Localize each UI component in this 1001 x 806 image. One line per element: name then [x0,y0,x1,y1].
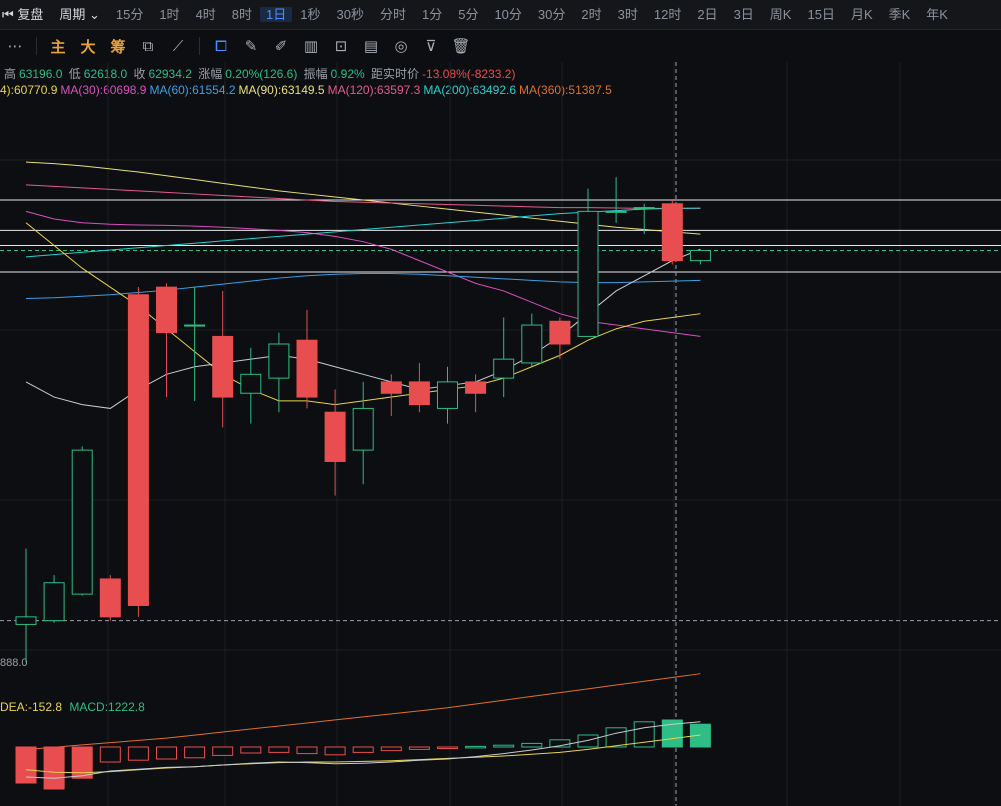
macd-bar [352,746,374,753]
macd-bar [493,744,515,748]
candle-body [689,249,711,262]
ma-line [25,273,701,300]
macd-bar [296,746,318,755]
candle-body [156,286,177,334]
candle-body [493,358,515,379]
ma-line [25,207,701,258]
macd-bar [521,742,543,748]
macd-bar [268,746,290,753]
ma-line [25,161,701,235]
candle-body [549,320,571,345]
candle-body [268,343,290,379]
candle-body [240,373,262,394]
dea-line [25,734,701,774]
macd-bar [380,746,402,752]
macd-bar [437,746,458,749]
candle-body [605,210,627,213]
candle-body [15,616,37,625]
candle-body [212,335,234,398]
macd-bar [324,746,346,756]
macd-bar [577,734,599,748]
macd-bar [465,745,487,749]
candle-body [661,203,683,262]
ma-line [25,673,701,750]
kline-chart[interactable] [0,0,1001,806]
candle-body [43,582,65,622]
macd-bar [156,746,177,760]
macd-bar [605,727,627,748]
macd-bar [99,746,121,763]
candle-body [408,381,430,406]
candle-body [465,381,487,394]
macd-bar [212,746,234,756]
candle-body [71,449,93,595]
candle-body [127,294,149,606]
macd-bar [408,746,430,750]
candle-body [352,407,374,451]
candle-body [324,411,346,462]
ma-line [25,184,701,209]
macd-bar [43,746,65,790]
candle-body [577,210,599,337]
macd-bar [71,746,93,779]
candle-body [99,578,121,618]
candle-body [184,324,206,327]
candle-body [437,381,458,409]
macd-bar [127,746,149,761]
macd-bar [184,746,206,759]
candle-body [521,324,543,364]
candle-body [296,339,318,398]
candle-body [380,381,402,394]
candle-body [633,207,655,210]
macd-bar [240,746,262,754]
